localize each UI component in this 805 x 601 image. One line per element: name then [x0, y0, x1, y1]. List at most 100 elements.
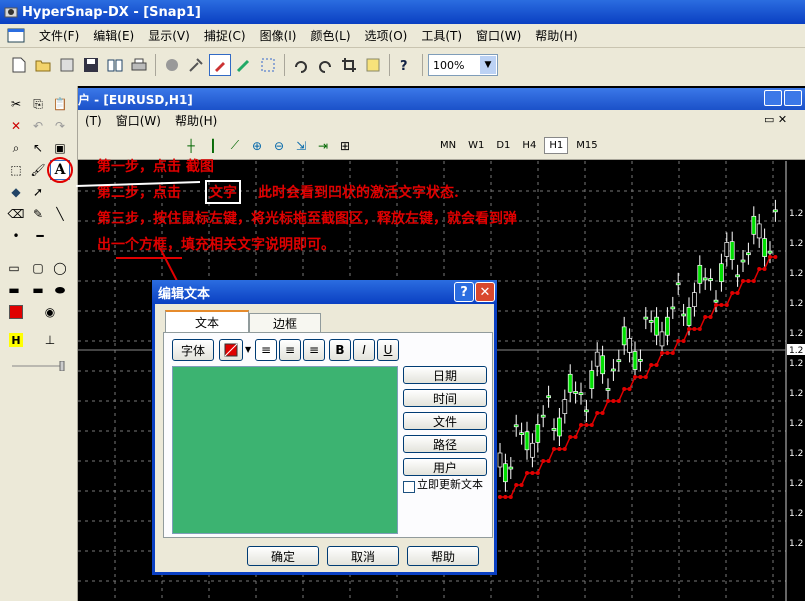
tools-icon[interactable]	[185, 54, 207, 76]
underline-button[interactable]: U	[377, 339, 399, 361]
pencil-icon[interactable]: ✎	[28, 204, 48, 224]
menu-options[interactable]: 选项(O)	[358, 26, 415, 46]
chevron-down-icon[interactable]: ▼	[480, 56, 496, 74]
align-left-icon[interactable]: ≡	[255, 339, 277, 361]
candle-body	[670, 306, 676, 310]
candle-body	[584, 409, 589, 413]
new-icon[interactable]	[8, 54, 30, 76]
align-center-icon[interactable]: ≡	[279, 339, 301, 361]
cut-icon[interactable]: ✂	[6, 94, 26, 114]
color-picker-icon[interactable]: ◆	[6, 182, 26, 202]
highlight-icon[interactable]: H	[9, 333, 23, 347]
help-icon[interactable]: ?	[454, 282, 474, 302]
menu-window[interactable]: 窗口(W)	[469, 26, 528, 46]
date-button[interactable]: 日期	[403, 366, 487, 384]
marquee-icon[interactable]: ⬚	[6, 160, 26, 180]
save-icon[interactable]	[80, 54, 102, 76]
arrow-icon[interactable]: ➚	[28, 182, 48, 202]
dot-icon[interactable]: •	[6, 226, 26, 246]
user-button[interactable]: 用户	[403, 458, 487, 476]
region-icon[interactable]	[257, 54, 279, 76]
rounded-rectangle-icon[interactable]: ▢	[28, 258, 48, 278]
menu-file[interactable]: 文件(F)	[32, 26, 86, 46]
copy-icon[interactable]: ⎘	[28, 94, 48, 114]
scan-icon[interactable]	[56, 54, 78, 76]
menu-view[interactable]: 显示(V)	[141, 26, 197, 46]
eraser-icon[interactable]: ⌫	[6, 204, 26, 224]
brush-icon[interactable]	[233, 54, 255, 76]
time-button[interactable]: 时间	[403, 389, 487, 407]
capture-icon[interactable]	[161, 54, 183, 76]
mt4-menu-help[interactable]: 帮助(H)	[168, 111, 224, 131]
align-right-icon[interactable]: ≡	[303, 339, 325, 361]
vertical-line-icon[interactable]: ┃	[202, 135, 224, 157]
crosshair-icon[interactable]: ┼	[180, 135, 202, 157]
trendline-icon[interactable]: ⟋	[224, 135, 246, 157]
mt4-window-controls[interactable]: ▭ ✕	[764, 113, 787, 126]
chart-shift-icon[interactable]: ⇲	[290, 135, 312, 157]
file-button[interactable]: 文件	[403, 412, 487, 430]
zoom-out-icon[interactable]: ⊖	[268, 135, 290, 157]
timeframe-h1[interactable]: H1	[544, 137, 569, 154]
undo-icon[interactable]: ↶	[28, 116, 48, 136]
menu-tools[interactable]: 工具(T)	[414, 26, 469, 46]
zoom-icon[interactable]: ⌕	[6, 138, 26, 158]
filled-rectangle-icon[interactable]: ▬	[4, 280, 24, 300]
font-button[interactable]: 字体	[172, 339, 214, 361]
rotate-right-icon[interactable]	[290, 54, 312, 76]
update-text-checkbox[interactable]	[403, 481, 415, 493]
mt4-title: 户 - [EURUSD,H1]	[78, 92, 193, 107]
opacity-slider[interactable]	[10, 356, 66, 376]
print-icon[interactable]	[128, 54, 150, 76]
restore-icon[interactable]	[764, 90, 782, 106]
cancel-button[interactable]: 取消	[327, 546, 399, 566]
timeframe-w1[interactable]: W1	[464, 138, 488, 153]
redo-icon[interactable]: ↷	[50, 116, 70, 136]
menu-capture[interactable]: 捕捉(C)	[197, 26, 253, 46]
tab-text[interactable]: 文本	[165, 310, 249, 332]
menu-colors[interactable]: 颜色(L)	[303, 26, 357, 46]
bold-button[interactable]: B	[329, 339, 351, 361]
path-button[interactable]: 路径	[403, 435, 487, 453]
paste-icon[interactable]: 📋	[50, 94, 70, 114]
select-icon[interactable]: ▣	[50, 138, 70, 158]
text-color-icon[interactable]	[219, 339, 243, 361]
autoscroll-icon[interactable]: ⇥	[312, 135, 334, 157]
help-icon[interactable]: ?	[395, 54, 417, 76]
line-width-icon[interactable]: ━	[30, 226, 50, 246]
indicators-icon[interactable]: ⊞	[334, 135, 356, 157]
open-icon[interactable]	[32, 54, 54, 76]
zoom-in-icon[interactable]: ⊕	[246, 135, 268, 157]
menu-image[interactable]: 图像(I)	[253, 26, 304, 46]
zoom-select[interactable]: 100% ▼	[428, 54, 498, 76]
edit-icon[interactable]	[362, 54, 384, 76]
mt4-menu-window[interactable]: 窗口(W)	[109, 111, 168, 131]
chevron-down-icon[interactable]: ▼	[245, 345, 251, 354]
stamp-icon[interactable]: ⊥	[40, 330, 60, 350]
book-icon[interactable]	[104, 54, 126, 76]
italic-button[interactable]: I	[353, 339, 375, 361]
timeframe-d1[interactable]: D1	[492, 138, 514, 153]
close-icon[interactable]: ✕	[475, 282, 495, 302]
timeframe-h4[interactable]: H4	[518, 138, 540, 153]
maximize-icon[interactable]	[784, 90, 802, 106]
text-input-area[interactable]	[172, 366, 398, 534]
filled-rounded-rectangle-icon[interactable]: ▬	[28, 280, 48, 300]
timeframe-mn[interactable]: MN	[436, 138, 460, 153]
mt4-menu-tools[interactable]: (T)	[78, 111, 109, 131]
timeframe-m15[interactable]: M15	[572, 138, 601, 153]
paint-icon[interactable]	[209, 54, 231, 76]
rectangle-icon[interactable]: ▭	[4, 258, 24, 278]
pointer-icon[interactable]: ↖	[28, 138, 48, 158]
menu-help[interactable]: 帮助(H)	[528, 26, 584, 46]
ok-button[interactable]: 确定	[247, 546, 319, 566]
delete-icon[interactable]: ✕	[6, 116, 26, 136]
fill-color-icon[interactable]: ◉	[40, 302, 60, 322]
crop-icon[interactable]	[338, 54, 360, 76]
menu-edit[interactable]: 编辑(E)	[86, 26, 141, 46]
line-color-swatch[interactable]	[9, 305, 23, 319]
fill-icon[interactable]: 🖌	[28, 160, 48, 180]
rotate-left-icon[interactable]	[314, 54, 336, 76]
tab-border[interactable]: 边框	[249, 313, 321, 333]
help-button[interactable]: 帮助	[407, 546, 479, 566]
